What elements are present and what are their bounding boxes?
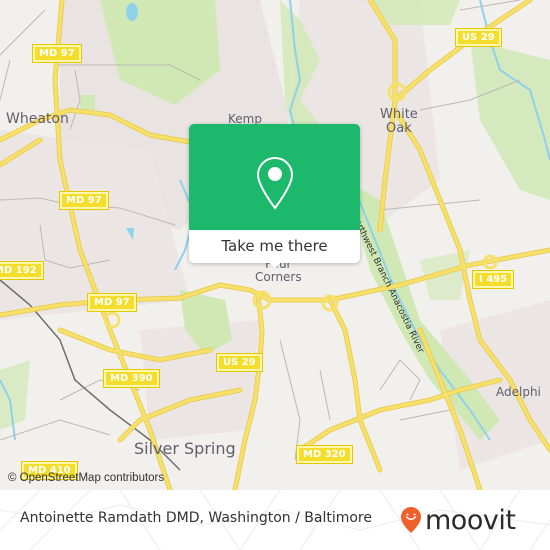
road-shield-md390: MD 390 xyxy=(103,369,160,388)
map-pin-icon xyxy=(256,156,294,210)
road-shield-us29-low: US 29 xyxy=(216,353,263,372)
location-popup[interactable]: Take me there xyxy=(189,124,360,269)
road-shield-i495: I 495 xyxy=(471,270,515,289)
moovit-wordmark: moovit xyxy=(425,504,516,536)
place-label-wheaton: Wheaton xyxy=(6,111,69,127)
popup-header xyxy=(189,124,360,230)
map-view[interactable]: Wheaton Kemp White Oak Four Corners Silv… xyxy=(0,0,550,490)
road-shield-md320: MD 320 xyxy=(296,445,353,464)
white-oak-line2: Oak xyxy=(386,120,412,136)
place-label-adelphi: Adelphi xyxy=(496,385,541,399)
road-shield-us29-top: US 29 xyxy=(455,28,502,47)
popup-tail xyxy=(267,260,283,269)
road-shield-md97-top: MD 97 xyxy=(32,44,82,63)
map-attribution[interactable]: © OpenStreetMap contributors xyxy=(8,472,164,484)
take-me-there-button[interactable]: Take me there xyxy=(189,230,360,263)
place-label-silver-spring: Silver Spring xyxy=(134,439,236,458)
road-shield-md97-mid: MD 97 xyxy=(59,191,109,210)
footer-bar: Antoinette Ramdath DMD, Washington / Bal… xyxy=(0,490,550,550)
moovit-smiley-pin-icon xyxy=(401,507,421,533)
road-shield-md192: MD 192 xyxy=(0,261,44,280)
road-shield-md97-low: MD 97 xyxy=(87,293,137,312)
place-label-white-oak: White Oak xyxy=(380,108,418,135)
footer-title: Antoinette Ramdath DMD, Washington / Bal… xyxy=(20,510,372,526)
moovit-logo[interactable]: moovit xyxy=(400,500,516,540)
four-corners-line2: Corners xyxy=(255,269,302,284)
